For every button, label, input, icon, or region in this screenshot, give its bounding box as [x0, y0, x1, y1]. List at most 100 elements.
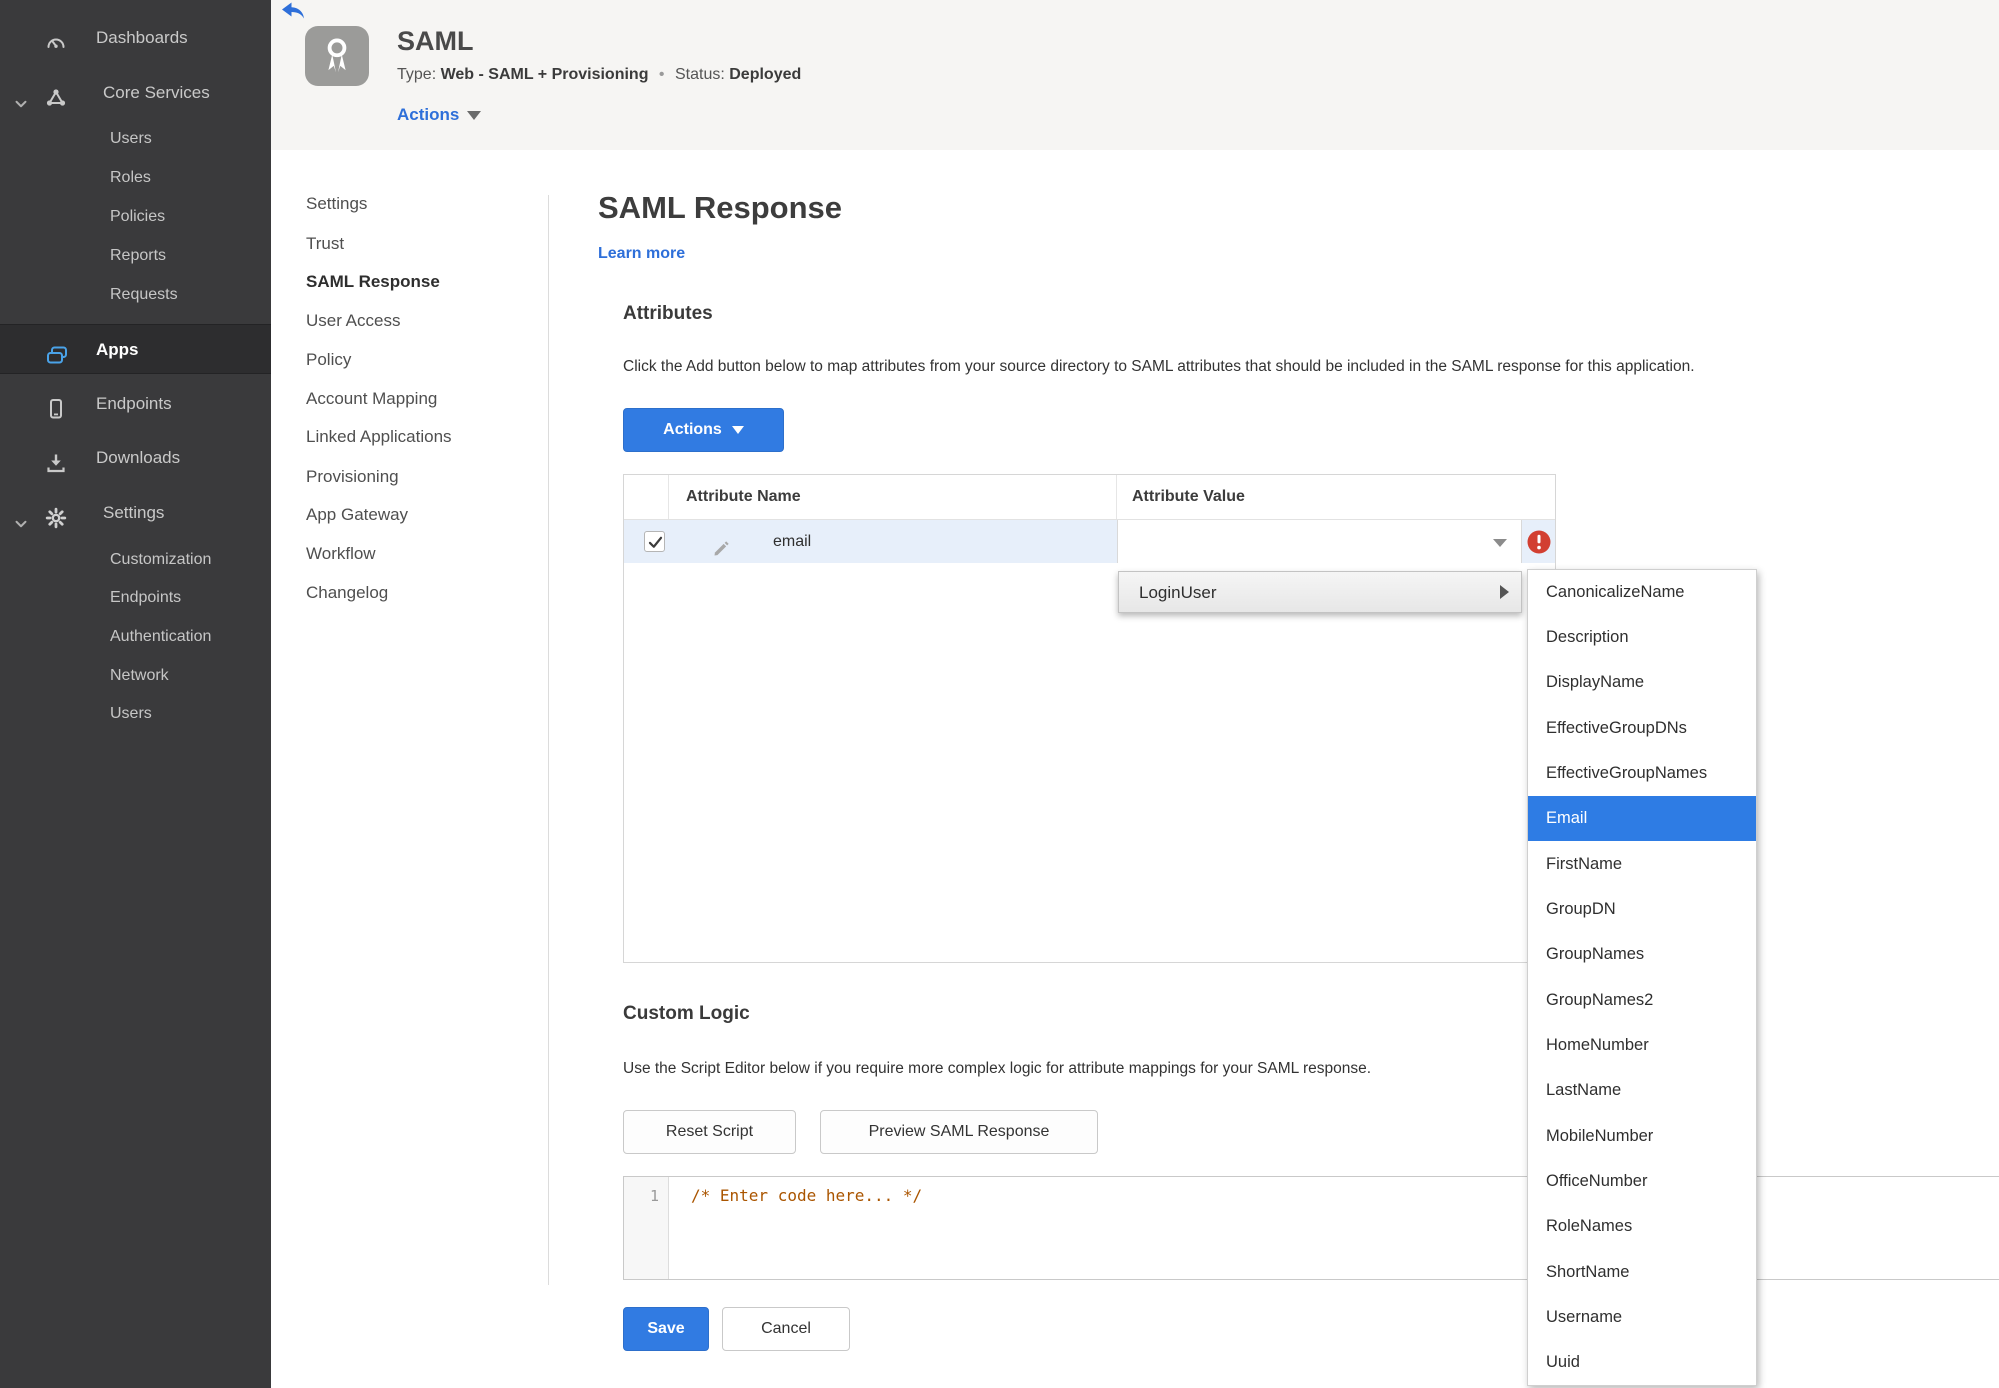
- table-row: email: [624, 519, 1555, 563]
- row-checkbox[interactable]: [644, 531, 665, 552]
- attribute-name-value: email: [773, 533, 812, 550]
- back-arrow-icon[interactable]: [281, 2, 305, 20]
- tab-trust[interactable]: Trust: [306, 225, 536, 263]
- edit-pencil-icon[interactable]: [712, 532, 732, 556]
- submenu-item-lastname[interactable]: LastName: [1528, 1068, 1756, 1113]
- script-editor[interactable]: 1 /* Enter code here... */: [623, 1176, 1999, 1280]
- sidebar-item-downloads[interactable]: Downloads: [0, 434, 271, 482]
- sidebar-item-requests[interactable]: Requests: [0, 276, 271, 314]
- attributes-heading: Attributes: [623, 303, 713, 324]
- submenu-item-displayname[interactable]: DisplayName: [1528, 660, 1756, 705]
- value-dropdown-menu-loginuser[interactable]: LoginUser: [1118, 571, 1522, 613]
- sidebar-item-apps[interactable]: Apps: [0, 324, 271, 374]
- tab-account-mapping[interactable]: Account Mapping: [306, 380, 536, 418]
- attributes-table: Attribute Name Attribute Value email: [623, 474, 1556, 963]
- submenu-item-canonicalizename[interactable]: CanonicalizeName: [1528, 570, 1756, 615]
- reset-script-label: Reset Script: [665, 1123, 754, 1140]
- table-header-row: Attribute Name Attribute Value: [624, 475, 1555, 519]
- sidebar-item-roles[interactable]: Roles: [0, 159, 271, 197]
- submenu-item-description[interactable]: Description: [1528, 615, 1756, 660]
- status-badge: Deployed: [729, 66, 802, 83]
- chevron-down-icon[interactable]: [12, 504, 30, 528]
- cancel-button[interactable]: Cancel: [722, 1307, 850, 1351]
- submenu-item-groupnames[interactable]: GroupNames: [1528, 932, 1756, 977]
- submenu-item-email[interactable]: Email: [1528, 796, 1756, 841]
- custom-logic-description: Use the Script Editor below if you requi…: [623, 1060, 1372, 1077]
- tab-provisioning[interactable]: Provisioning: [306, 458, 536, 496]
- select-caret-icon[interactable]: [1493, 539, 1507, 547]
- app-root: Dashboards Core Services Users Roles Pol…: [0, 0, 1999, 1388]
- sidebar-item-label: Apps: [96, 340, 139, 359]
- submenu-item-mobilenumber[interactable]: MobileNumber: [1528, 1114, 1756, 1159]
- app-meta-line: Type: Web - SAML + Provisioning • Status…: [397, 66, 801, 84]
- sidebar-item-authentication[interactable]: Authentication: [0, 618, 271, 656]
- row-checkbox-cell: [624, 520, 669, 563]
- tab-policy[interactable]: Policy: [306, 341, 536, 379]
- submenu-item-effectivegroupnames[interactable]: EffectiveGroupNames: [1528, 751, 1756, 796]
- save-label: Save: [647, 1320, 685, 1337]
- submenu-item-homenumber[interactable]: HomeNumber: [1528, 1023, 1756, 1068]
- submenu-item-officenumber[interactable]: OfficeNumber: [1528, 1159, 1756, 1204]
- page-app-title: SAML: [397, 26, 474, 56]
- submenu-item-uuid[interactable]: Uuid: [1528, 1340, 1756, 1385]
- editor-code-content[interactable]: /* Enter code here... */: [691, 1186, 922, 1205]
- submenu-item-shortname[interactable]: ShortName: [1528, 1250, 1756, 1295]
- endpoints-icon: [44, 392, 68, 419]
- sidebar-item-customization[interactable]: Customization: [0, 541, 271, 579]
- sidebar-item-dashboards[interactable]: Dashboards: [0, 14, 271, 62]
- sidebar-item-endpoints-settings[interactable]: Endpoints: [0, 579, 271, 617]
- submenu-arrow-icon: [1500, 585, 1509, 599]
- sidebar-item-core-services[interactable]: Core Services: [0, 69, 271, 117]
- reset-script-button[interactable]: Reset Script: [623, 1110, 796, 1154]
- sidebar-item-label: Policies: [110, 208, 166, 225]
- attributes-actions-button[interactable]: Actions: [623, 408, 784, 452]
- sidebar-item-endpoints[interactable]: Endpoints: [0, 380, 271, 428]
- tab-linked-applications[interactable]: Linked Applications: [306, 418, 536, 456]
- sidebar-item-label: Roles: [110, 169, 151, 186]
- preview-saml-response-label: Preview SAML Response: [868, 1123, 1050, 1140]
- sidebar-item-reports[interactable]: Reports: [0, 237, 271, 275]
- sidebar-item-label: Endpoints: [110, 589, 182, 606]
- error-icon: [1526, 529, 1552, 560]
- status-label: Status:: [674, 66, 725, 83]
- submenu-item-groupnames2[interactable]: GroupNames2: [1528, 978, 1756, 1023]
- custom-logic-heading: Custom Logic: [623, 1003, 750, 1024]
- sidebar-item-label: Users: [110, 705, 152, 722]
- chevron-down-icon[interactable]: [12, 84, 30, 108]
- save-button[interactable]: Save: [623, 1307, 709, 1351]
- tab-settings[interactable]: Settings: [306, 185, 536, 223]
- settings-icon: [44, 501, 68, 529]
- submenu-item-groupdn[interactable]: GroupDN: [1528, 887, 1756, 932]
- submenu-item-username[interactable]: Username: [1528, 1295, 1756, 1340]
- learn-more-link[interactable]: Learn more: [598, 245, 685, 263]
- sidebar-item-label: Core Services: [103, 83, 210, 102]
- tab-workflow[interactable]: Workflow: [306, 535, 536, 573]
- sidebar-item-policies[interactable]: Policies: [0, 198, 271, 236]
- preview-saml-response-button[interactable]: Preview SAML Response: [820, 1110, 1098, 1154]
- attributes-actions-label: Actions: [663, 421, 722, 438]
- sidebar: Dashboards Core Services Users Roles Pol…: [0, 0, 271, 1388]
- caret-down-icon: [731, 426, 744, 434]
- page-title: SAML Response: [598, 190, 843, 225]
- dashboard-icon: [44, 26, 68, 50]
- sidebar-item-network[interactable]: Network: [0, 657, 271, 695]
- attribute-value-select[interactable]: [1117, 520, 1522, 563]
- sidebar-item-label: Endpoints: [96, 394, 172, 413]
- header-actions-menu[interactable]: Actions: [397, 105, 482, 125]
- submenu-item-effectivegroupdns[interactable]: EffectiveGroupDNs: [1528, 706, 1756, 751]
- cancel-label: Cancel: [761, 1320, 811, 1337]
- tab-changelog[interactable]: Changelog: [306, 574, 536, 612]
- sidebar-item-settings[interactable]: Settings: [0, 489, 271, 537]
- separator: •: [658, 66, 665, 83]
- sidebar-item-users[interactable]: Users: [0, 120, 271, 158]
- core-services-icon: [44, 81, 68, 106]
- tab-saml-response[interactable]: SAML Response: [306, 263, 536, 301]
- tab-user-access[interactable]: User Access: [306, 302, 536, 340]
- type-label: Type:: [397, 66, 437, 83]
- tab-app-gateway[interactable]: App Gateway: [306, 496, 536, 534]
- submenu-item-firstname[interactable]: FirstName: [1528, 842, 1756, 887]
- sidebar-item-label: Reports: [110, 247, 167, 264]
- sidebar-item-label: Settings: [103, 503, 165, 522]
- sidebar-item-users-settings[interactable]: Users: [0, 695, 271, 733]
- submenu-item-rolenames[interactable]: RoleNames: [1528, 1204, 1756, 1249]
